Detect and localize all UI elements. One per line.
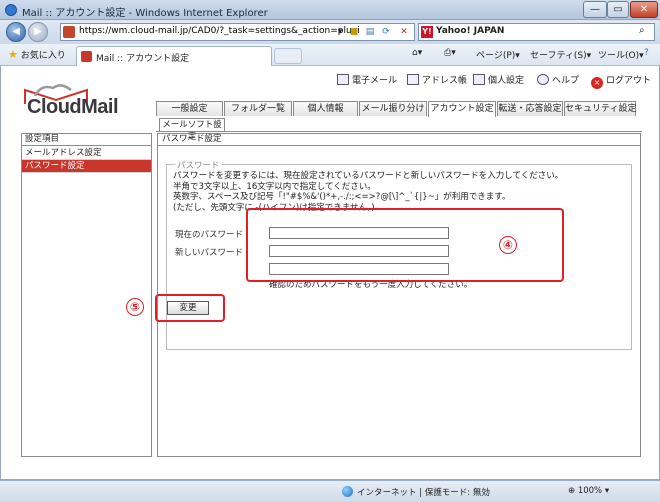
address-dropdown-icon[interactable]: ▾ — [333, 26, 347, 38]
logo-text: CloudMail — [27, 96, 119, 118]
page-menu[interactable]: ページ(P)▾ — [476, 48, 520, 61]
sidebar-item-email-address[interactable]: メールアドレス設定 — [22, 147, 151, 160]
search-icon[interactable]: ⌕ — [639, 25, 645, 36]
sidebar-header: 設定項目 — [22, 134, 151, 146]
favorites-button[interactable]: ★ お気に入り — [8, 48, 66, 61]
zone-status: インターネット | 保護モード: 無効 — [342, 486, 490, 498]
lock-icon[interactable]: ■ — [347, 26, 361, 38]
new-password-label: 新しいパスワード — [175, 248, 244, 258]
annotation-step-4: ④ — [499, 236, 517, 254]
help-link[interactable]: ヘルプ — [537, 73, 579, 86]
tab-divider — [156, 131, 642, 132]
zoom-control[interactable]: ⊕ 100% ▾ — [568, 486, 609, 496]
search-box[interactable]: Y! Yahoo! JAPAN ⌕ — [418, 23, 655, 41]
new-tab-button[interactable] — [274, 48, 302, 64]
window-title: Mail :: アカウント設定 - Windows Internet Explo… — [22, 8, 268, 19]
settings-sidebar: 設定項目 メールアドレス設定 パスワード設定 — [21, 133, 152, 457]
tab-title: Mail :: アカウント設定 — [96, 54, 190, 64]
globe-icon — [342, 486, 353, 497]
cloudmail-logo: CloudMail — [19, 84, 159, 128]
settings-icon — [473, 74, 485, 85]
current-password-label: 現在のパスワード — [175, 230, 244, 240]
change-password-button[interactable]: 変更 — [167, 301, 209, 315]
tab-mail-software[interactable]: メールソフト設定 — [159, 118, 225, 142]
tab-mail-filter[interactable]: メール振り分け — [359, 101, 427, 116]
url-text[interactable]: https://wm.cloud-mail.jp/CAD0/?_task=set… — [79, 26, 360, 36]
site-favicon-icon — [63, 26, 75, 38]
maximize-button[interactable]: ▭ — [607, 1, 629, 18]
password-panel: パスワード設定 パスワード パスワードを変更するには、現在設定されているパスワー… — [157, 133, 641, 457]
email-link[interactable]: 電子メール — [337, 73, 397, 86]
tab-security[interactable]: セキュリティ設定 — [564, 101, 636, 116]
home-icon[interactable]: ⌂▾ — [412, 48, 422, 58]
mail-icon — [337, 74, 349, 85]
star-icon: ★ — [8, 48, 18, 61]
browser-tab[interactable]: Mail :: アカウント設定 — [76, 46, 272, 66]
refresh-icon[interactable]: ⟳ — [379, 26, 393, 38]
annotation-step-5: ⑤ — [126, 298, 144, 316]
back-button[interactable]: ◀ — [6, 22, 26, 42]
tab-favicon-icon — [81, 51, 92, 62]
window-title-bar: Mail :: アカウント設定 - Windows Internet Explo… — [0, 0, 660, 20]
question-icon — [537, 74, 549, 85]
addressbook-link[interactable]: アドレス帳 — [407, 73, 467, 86]
address-row: ◀ ▶ https://wm.cloud-mail.jp/CAD0/?_task… — [0, 20, 660, 44]
stop-icon[interactable]: ✕ — [397, 26, 411, 38]
forward-button[interactable]: ▶ — [28, 22, 48, 42]
ie-icon — [5, 4, 17, 16]
logout-icon: × — [591, 77, 603, 89]
status-bar: インターネット | 保護モード: 無効 ⊕ 100% ▾ — [0, 480, 660, 502]
safety-menu[interactable]: セーフティ(S)▾ — [530, 48, 591, 61]
panel-title: パスワード設定 — [158, 134, 640, 146]
search-provider-label: Yahoo! JAPAN — [436, 26, 505, 36]
addressbook-icon — [407, 74, 419, 85]
close-button[interactable]: ✕ — [630, 1, 658, 18]
tab-folders[interactable]: フォルダ一覧 — [224, 101, 292, 116]
fieldset-legend: パスワード — [175, 159, 222, 171]
sidebar-item-password[interactable]: パスワード設定 — [22, 160, 151, 173]
tab-row: ★ お気に入り Mail :: アカウント設定 ⌂▾ ⎙▾ ページ(P)▾ セー… — [0, 44, 660, 66]
page-content: 電子メール アドレス帳 個人設定 ヘルプ × ログアウト CloudMail 一般… — [0, 66, 660, 480]
tab-personal-info[interactable]: 個人情報 — [293, 101, 358, 116]
tab-account-settings[interactable]: アカウント設定 — [428, 101, 496, 117]
personal-settings-link[interactable]: 個人設定 — [473, 73, 524, 86]
tab-forward-reply[interactable]: 転送・応答設定 — [497, 101, 563, 116]
help-icon[interactable]: ? — [644, 48, 649, 58]
logout-link[interactable]: × ログアウト — [591, 73, 651, 89]
print-icon[interactable]: ⎙▾ — [444, 48, 456, 58]
tools-menu[interactable]: ツール(O)▾ — [598, 48, 644, 61]
minimize-button[interactable]: — — [583, 1, 607, 18]
address-bar[interactable]: https://wm.cloud-mail.jp/CAD0/?_task=set… — [60, 23, 415, 41]
yahoo-icon: Y! — [421, 26, 433, 38]
compat-view-icon[interactable]: ▤ — [363, 26, 377, 38]
password-description: パスワードを変更するには、現在設定されているパスワードと新しいパスワードを入力し… — [173, 171, 564, 213]
tab-general[interactable]: 一般設定 — [156, 101, 223, 116]
